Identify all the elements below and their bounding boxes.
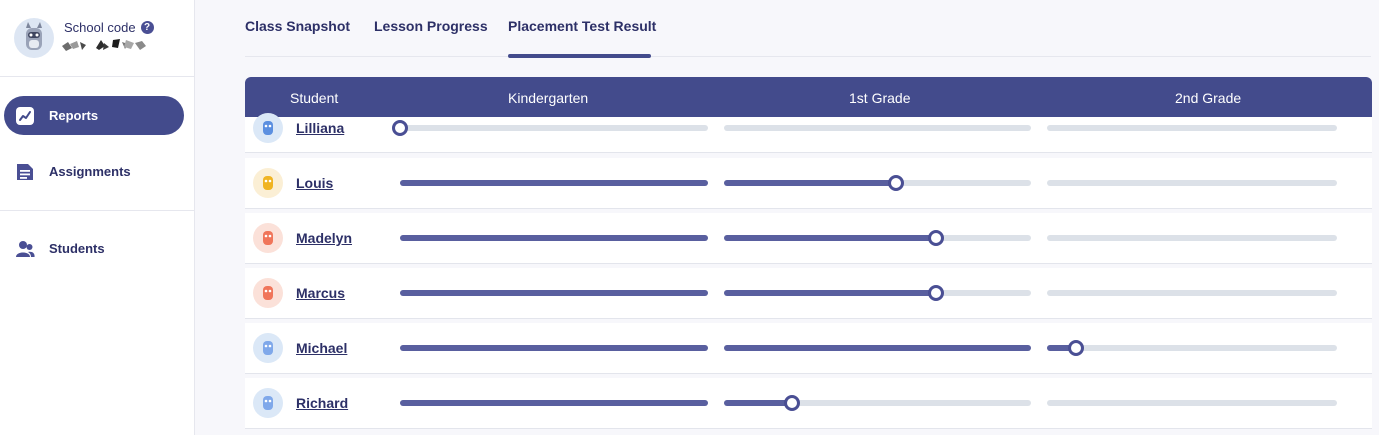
student-avatar-icon (253, 388, 283, 418)
column-header-1st-grade: 1st Grade (849, 90, 911, 106)
nav-reports-label: Reports (49, 108, 99, 123)
school-code-label: School code ? (64, 20, 154, 35)
progress-track-2nd-grade (1047, 235, 1337, 241)
nav-divider (0, 210, 194, 211)
progress-fill (400, 400, 708, 406)
progress-fill (400, 235, 708, 241)
chart-line-icon (16, 107, 34, 125)
student-avatar-icon (253, 278, 283, 308)
progress-fill (400, 180, 708, 186)
student-name-link[interactable]: Lilliana (296, 120, 344, 136)
progress-track-1st-grade (724, 125, 1031, 131)
progress-track-kindergarten (400, 400, 708, 406)
progress-fill (724, 290, 936, 296)
nav-reports[interactable]: Reports (4, 96, 184, 135)
progress-marker-handle (887, 175, 904, 191)
student-avatar-icon (253, 333, 283, 363)
tab-lesson-progress[interactable]: Lesson Progress (374, 18, 488, 34)
sidebar: School code ? Reports Assignments Studen… (0, 0, 195, 435)
progress-fill (724, 345, 1031, 351)
report-tabs: Class Snapshot Lesson Progress Placement… (245, 0, 1371, 58)
school-profile: School code ? (0, 0, 194, 77)
progress-track-kindergarten (400, 235, 708, 241)
student-name-link[interactable]: Louis (296, 175, 333, 191)
student-name-link[interactable]: Michael (296, 340, 347, 356)
student-avatar-icon (253, 113, 283, 143)
progress-track-kindergarten (400, 290, 708, 296)
nav-assignments-label: Assignments (49, 164, 131, 179)
progress-marker-handle (783, 395, 800, 411)
progress-fill (724, 235, 936, 241)
progress-track-1st-grade (724, 345, 1031, 351)
column-header-kindergarten: Kindergarten (508, 90, 589, 106)
student-name-link[interactable]: Richard (296, 395, 348, 411)
progress-marker-handle (392, 120, 408, 136)
nav-students[interactable]: Students (4, 229, 184, 268)
progress-track-kindergarten (400, 345, 708, 351)
table-header: Student Kindergarten 1st Grade 2nd Grade (245, 77, 1372, 117)
progress-track-2nd-grade (1047, 180, 1337, 186)
student-avatar-icon (253, 223, 283, 253)
table-row: Lilliana (245, 113, 1372, 153)
progress-track-kindergarten (392, 120, 708, 136)
document-icon (17, 164, 33, 180)
student-avatar-icon (253, 168, 283, 198)
progress-fill (400, 345, 708, 351)
progress-track-2nd-grade (1047, 340, 1337, 356)
progress-track-1st-grade (724, 230, 1031, 246)
people-icon (16, 241, 35, 257)
progress-marker-handle (927, 285, 944, 301)
tab-class-snapshot[interactable]: Class Snapshot (245, 18, 350, 34)
table-row: Richard (245, 378, 1372, 429)
progress-track-2nd-grade (1047, 125, 1337, 131)
nav-students-label: Students (49, 241, 105, 256)
active-tab-indicator (508, 54, 651, 58)
table-row: Michael (245, 323, 1372, 374)
progress-track-2nd-grade (1047, 290, 1337, 296)
column-header-student: Student (290, 90, 339, 106)
progress-marker-handle (1068, 340, 1084, 356)
school-avatar[interactable] (14, 18, 54, 58)
help-icon[interactable]: ? (140, 21, 154, 34)
progress-marker-handle (927, 230, 944, 246)
progress-fill (724, 180, 896, 186)
tab-placement-test-result[interactable]: Placement Test Result (508, 18, 656, 34)
table-row: Louis (245, 158, 1372, 209)
student-name-link[interactable]: Marcus (296, 285, 345, 301)
progress-track-2nd-grade (1047, 400, 1337, 406)
progress-fill (400, 290, 708, 296)
progress-track-1st-grade (724, 285, 1031, 301)
progress-track-kindergarten (400, 180, 708, 186)
progress-track-1st-grade (724, 395, 1031, 411)
column-header-2nd-grade: 2nd Grade (1175, 90, 1242, 106)
progress-fill (724, 400, 792, 406)
nav-assignments[interactable]: Assignments (4, 152, 184, 191)
school-code-redacted (62, 39, 146, 51)
table-row: Marcus (245, 268, 1372, 319)
student-name-link[interactable]: Madelyn (296, 230, 352, 246)
table-row: Madelyn (245, 213, 1372, 264)
progress-track-1st-grade (724, 175, 1031, 191)
